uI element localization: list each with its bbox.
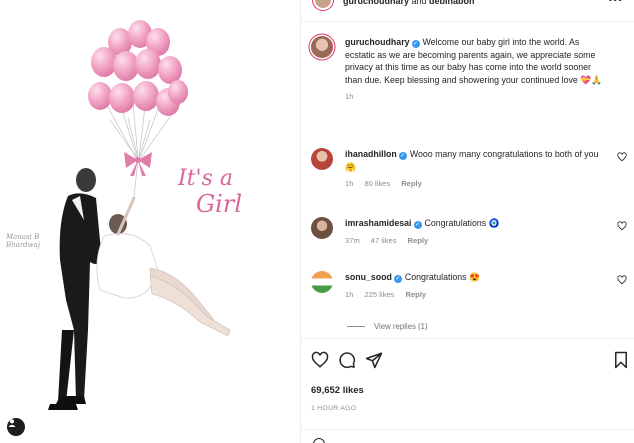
view-replies-button[interactable]: View replies (1) xyxy=(347,322,428,331)
comment-like-heart-icon[interactable] xyxy=(617,221,627,231)
post-photo[interactable]: It's a Girl Manasi B Bhardwaj xyxy=(0,0,300,443)
post-actions: 69,652 likes 1 HOUR AGO xyxy=(301,338,634,434)
comment-body: imrashamidesai ✓ Congratulations 🧿 37m 47 l… xyxy=(345,217,607,247)
share-icon[interactable] xyxy=(365,351,383,369)
comment-text: Congratulations xyxy=(424,218,487,228)
comment-likes[interactable]: 47 likes xyxy=(371,236,397,245)
comment-text: Congratulations xyxy=(404,272,467,282)
more-options-icon[interactable]: ••• xyxy=(608,0,623,6)
caption-line-2: Girl xyxy=(196,190,242,218)
comment-likes[interactable]: 225 likes xyxy=(364,290,394,299)
comment-meta: 1h 225 likes Reply xyxy=(345,289,607,302)
caption-emoji: 💝🙏 xyxy=(580,74,603,85)
comment-body: ihanadhillon ✓ Wooo many many congratulati… xyxy=(345,148,607,191)
comment-meta: 1h 80 likes Reply xyxy=(345,178,607,191)
comment-emoji: 🤗 xyxy=(345,161,356,172)
verified-badge-icon: ✓ xyxy=(413,221,422,229)
caption-avatar[interactable] xyxy=(311,36,333,58)
heart-icon[interactable] xyxy=(311,351,329,369)
its-a-girl-caption: It's a Girl xyxy=(178,166,242,218)
replies-divider xyxy=(347,326,365,327)
bookmark-icon[interactable] xyxy=(612,351,630,369)
caption-line-1: It's a xyxy=(178,166,233,191)
view-replies-label: View replies (1) xyxy=(374,322,428,331)
commenter-avatar[interactable] xyxy=(311,271,333,293)
caption-username[interactable]: guruchoudhary xyxy=(345,37,410,47)
comment-likes[interactable]: 80 likes xyxy=(364,179,390,188)
caption-time[interactable]: 1h xyxy=(345,92,353,101)
comment-emoji: 😍 xyxy=(469,272,480,282)
comment-username[interactable]: imrashamidesai xyxy=(345,218,412,228)
comment-time[interactable]: 37m xyxy=(345,236,360,245)
author-username[interactable]: guruchoudhary xyxy=(343,0,409,6)
post-header: guruchoudhary and debinabon ••• xyxy=(301,0,634,22)
coauthor-username[interactable]: debinabon xyxy=(429,0,475,6)
comment-like-heart-icon[interactable] xyxy=(617,275,627,285)
comment-time[interactable]: 1h xyxy=(345,290,353,299)
comment-emoji: 🧿 xyxy=(488,218,500,228)
comment-time[interactable]: 1h xyxy=(345,179,353,188)
author-avatar[interactable] xyxy=(313,0,333,10)
comment-username[interactable]: ihanadhillon xyxy=(345,149,397,159)
emoji-icon[interactable] xyxy=(313,438,325,443)
comment-meta: 37m 47 likes Reply xyxy=(345,235,607,248)
user-tag-icon[interactable] xyxy=(7,418,25,436)
comment-username[interactable]: sonu_sood xyxy=(345,272,392,282)
reply-button[interactable]: Reply xyxy=(408,236,429,245)
post-side-panel: guruchoudhary and debinabon ••• guruchou… xyxy=(300,0,634,443)
comment-like-heart-icon[interactable] xyxy=(617,152,627,162)
add-comment-bar xyxy=(301,429,634,443)
verified-badge-icon: ✓ xyxy=(398,152,407,160)
post-timestamp[interactable]: 1 HOUR AGO xyxy=(311,405,356,412)
photographer-signature: Manasi B Bhardwaj xyxy=(6,233,40,249)
comment-icon[interactable] xyxy=(338,351,356,369)
likes-count[interactable]: 69,652 likes xyxy=(311,385,364,396)
commenter-avatar[interactable] xyxy=(311,217,333,239)
authors-conjunction: and xyxy=(409,0,430,6)
reply-button[interactable]: Reply xyxy=(401,179,422,188)
commenter-avatar[interactable] xyxy=(311,148,333,170)
comment-text: Wooo many many congratulations to both o… xyxy=(409,149,599,159)
caption-meta: 1h xyxy=(345,91,607,104)
verified-badge-icon: ✓ xyxy=(411,40,420,48)
verified-badge-icon: ✓ xyxy=(393,275,402,283)
post-authors: guruchoudhary and debinabon xyxy=(343,0,475,6)
couple-balloons-illustration xyxy=(48,20,231,410)
reply-button[interactable]: Reply xyxy=(405,290,426,299)
comment-body: sonu_sood ✓ Congratulations 😍 1h 225 likes R… xyxy=(345,271,607,301)
caption-body: guruchoudhary ✓ Welcome our baby girl into… xyxy=(345,36,607,104)
